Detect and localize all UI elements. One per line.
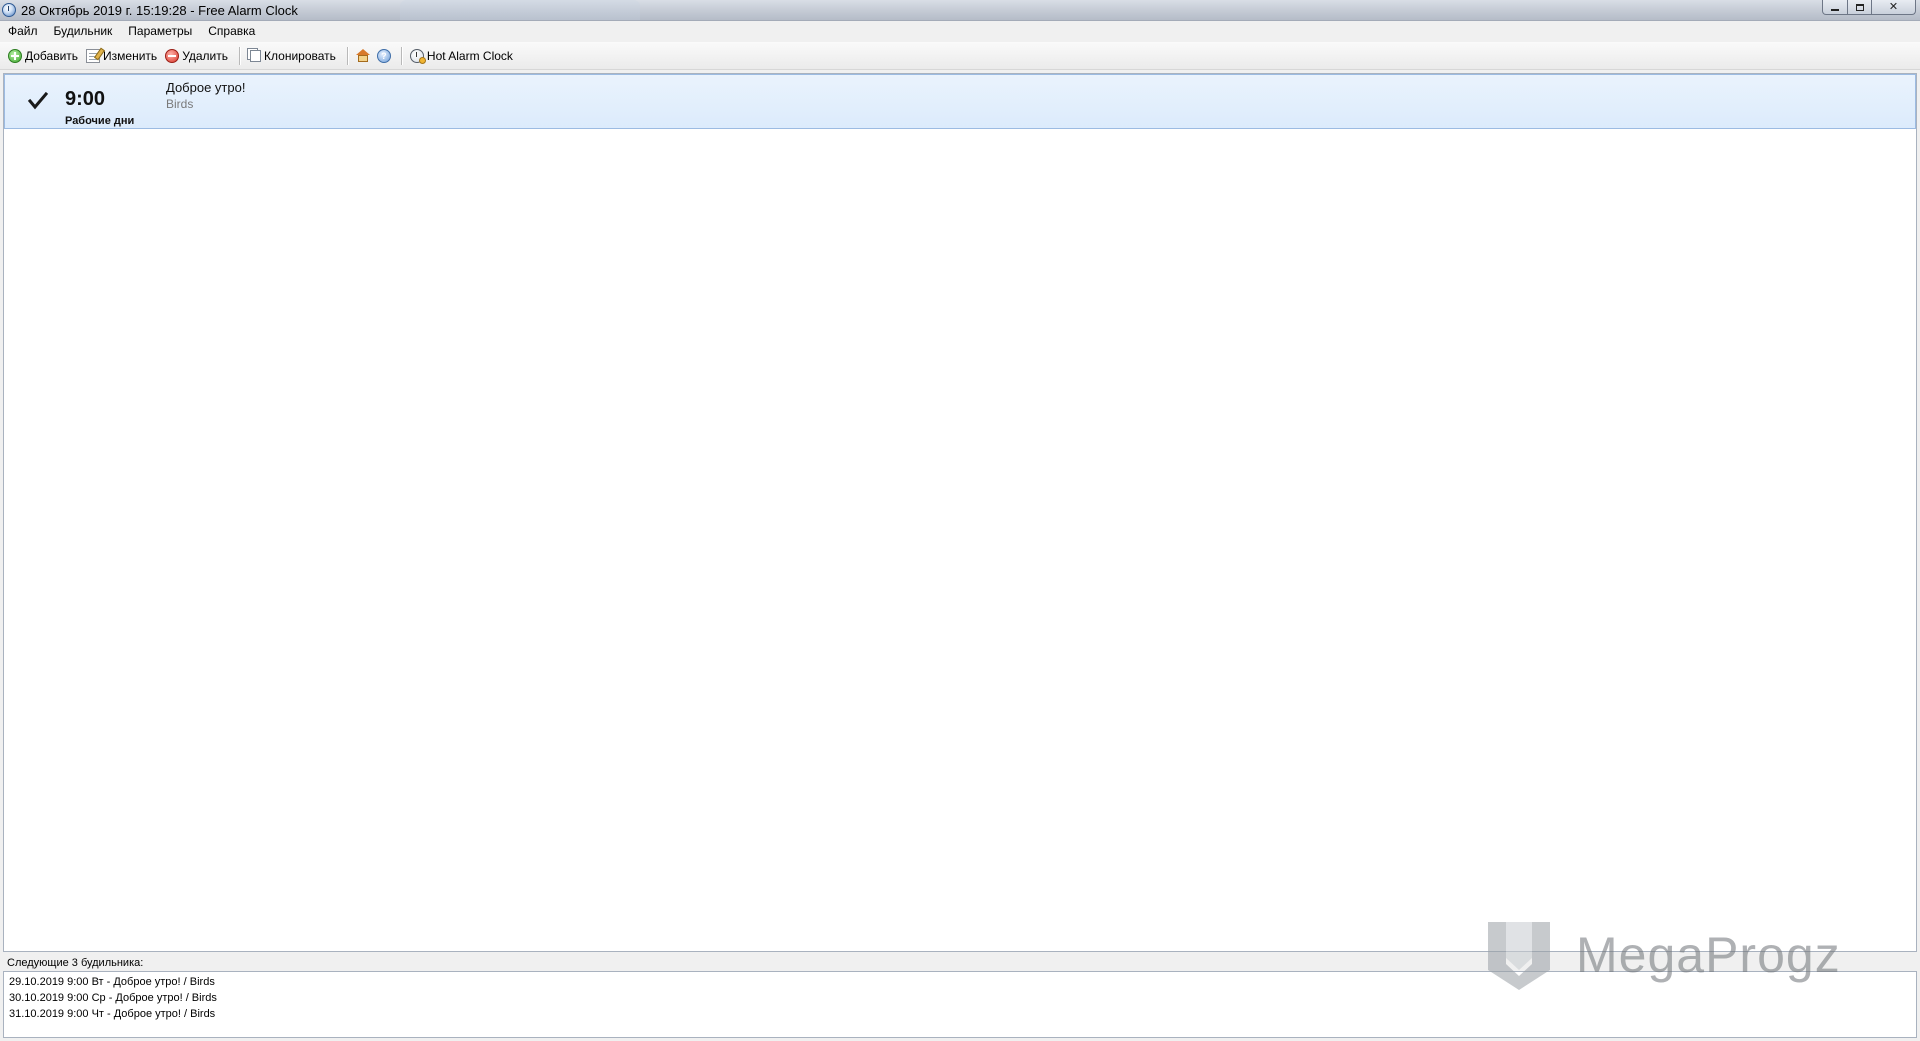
edit-button-label: Изменить — [103, 48, 158, 63]
alarm-label: Доброе утро! — [166, 80, 246, 95]
toolbar-separator — [346, 46, 349, 65]
window-controls: ✕ — [1822, 0, 1916, 16]
app-window: 28 Октябрь 2019 г. 15:19:28 - Free Alarm… — [0, 0, 1920, 1041]
clone-button-label: Клонировать — [264, 48, 336, 63]
menu-options[interactable]: Параметры — [120, 21, 200, 41]
menu-file[interactable]: Файл — [0, 21, 46, 41]
toolbar: Добавить Изменить Удалить Клонировать ? … — [0, 42, 1920, 70]
menu-alarm[interactable]: Будильник — [46, 21, 121, 41]
edit-button[interactable]: Изменить — [84, 45, 163, 67]
next-alarms-title: Следующие 3 будильника: — [7, 957, 144, 969]
next-alarm-item: 30.10.2019 9:00 Ср - Доброе утро! / Bird… — [9, 992, 217, 1004]
maximize-button[interactable] — [1848, 0, 1872, 15]
hot-alarm-clock-label: Hot Alarm Clock — [426, 48, 513, 63]
alarm-time: 9:00 — [65, 88, 106, 110]
hot-alarm-clock-button[interactable]: Hot Alarm Clock — [408, 45, 519, 67]
add-icon — [8, 48, 22, 63]
window-title: 28 Октябрь 2019 г. 15:19:28 - Free Alarm… — [21, 3, 298, 18]
help-button[interactable]: ? — [375, 45, 396, 67]
next-alarms-list[interactable]: 29.10.2019 9:00 Вт - Доброе утро! / Bird… — [3, 971, 1917, 1038]
alarm-list[interactable]: 9:00 Рабочие дни Доброе утро! Birds — [3, 73, 1917, 952]
home-button[interactable] — [354, 45, 375, 67]
next-alarm-item: 31.10.2019 9:00 Чт - Доброе утро! / Bird… — [9, 1008, 216, 1020]
minimize-button[interactable] — [1822, 0, 1848, 15]
close-button[interactable]: ✕ — [1872, 0, 1916, 15]
menu-help[interactable]: Справка — [200, 21, 263, 41]
add-button[interactable]: Добавить — [6, 45, 84, 67]
toolbar-separator — [239, 46, 242, 65]
delete-button[interactable]: Удалить — [163, 45, 234, 67]
background-window-tab — [400, 0, 640, 20]
clone-button[interactable]: Клонировать — [246, 45, 342, 67]
close-icon: ✕ — [1888, 0, 1899, 13]
add-button-label: Добавить — [25, 48, 79, 63]
alarm-sound: Birds — [166, 97, 194, 111]
alarm-repeat: Рабочие дни — [65, 115, 135, 127]
help-icon: ? — [376, 48, 391, 63]
clone-icon — [250, 49, 262, 62]
alarm-enabled-checkbox[interactable] — [28, 92, 48, 110]
maximize-icon — [1855, 3, 1864, 11]
menu-bar: Файл Будильник Параметры Справка — [0, 21, 1920, 41]
alarm-clock-icon[interactable] — [2, 3, 16, 17]
hot-alarm-clock-icon — [409, 48, 426, 64]
minimize-icon — [1831, 9, 1839, 11]
checkmark-icon — [28, 92, 48, 110]
toolbar-separator — [400, 46, 403, 65]
edit-icon — [86, 48, 101, 63]
next-alarm-item: 29.10.2019 9:00 Вт - Доброе утро! / Bird… — [9, 976, 215, 988]
delete-button-label: Удалить — [182, 48, 229, 63]
home-icon — [355, 48, 370, 63]
alarm-row[interactable]: 9:00 Рабочие дни Доброе утро! Birds — [4, 74, 1916, 129]
delete-icon — [165, 48, 180, 63]
title-bar[interactable]: 28 Октябрь 2019 г. 15:19:28 - Free Alarm… — [0, 0, 1920, 21]
